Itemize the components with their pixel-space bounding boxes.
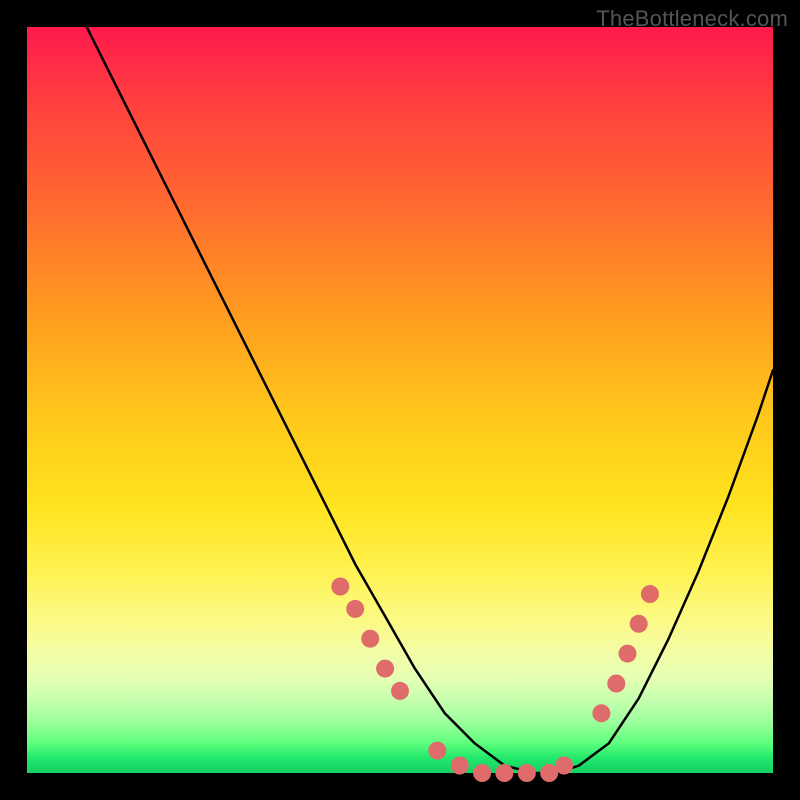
marker-dot: [619, 645, 637, 663]
watermark-text: TheBottleneck.com: [596, 6, 788, 32]
curve-line: [87, 27, 773, 773]
marker-dot: [518, 764, 536, 782]
chart-svg: [27, 27, 773, 773]
marker-dot: [641, 585, 659, 603]
marker-dot: [592, 704, 610, 722]
curve-path: [87, 27, 773, 773]
marker-dot: [630, 615, 648, 633]
marker-dot: [361, 630, 379, 648]
marker-dot: [346, 600, 364, 618]
marker-dot: [428, 742, 446, 760]
marker-dot: [495, 764, 513, 782]
marker-dot: [473, 764, 491, 782]
marker-dot: [391, 682, 409, 700]
marker-dot: [376, 660, 394, 678]
marker-dot: [331, 578, 349, 596]
plot-area: [27, 27, 773, 773]
chart-frame: TheBottleneck.com: [0, 0, 800, 800]
marker-dot: [607, 675, 625, 693]
marker-dot: [451, 757, 469, 775]
marker-dot: [555, 757, 573, 775]
